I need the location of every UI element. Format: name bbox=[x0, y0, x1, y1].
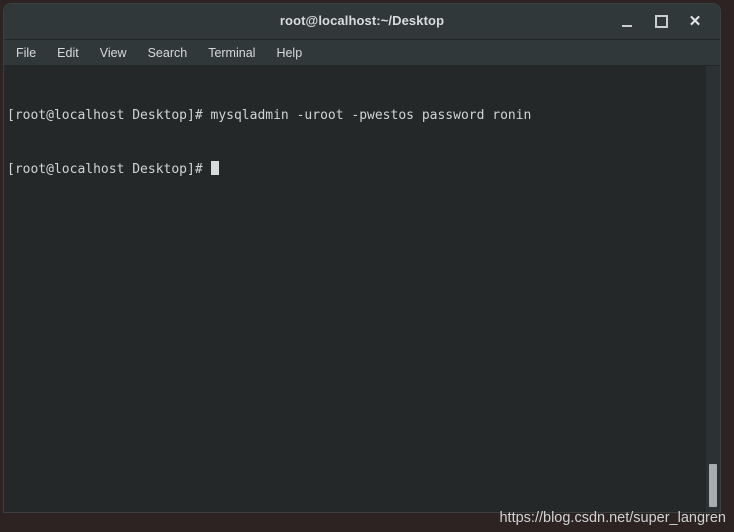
menu-item-search[interactable]: Search bbox=[148, 46, 188, 60]
menu-item-view[interactable]: View bbox=[100, 46, 127, 60]
watermark-text: https://blog.csdn.net/super_langren bbox=[499, 510, 726, 526]
terminal-body[interactable]: [root@localhost Desktop]# mysqladmin -ur… bbox=[4, 66, 720, 512]
close-icon: ✕ bbox=[688, 13, 702, 30]
menu-item-file[interactable]: File bbox=[16, 46, 36, 60]
terminal-prompt-text: [root@localhost Desktop]# bbox=[7, 162, 211, 177]
menu-item-edit[interactable]: Edit bbox=[57, 46, 79, 60]
scrollbar-thumb[interactable] bbox=[709, 464, 717, 507]
menu-item-terminal[interactable]: Terminal bbox=[208, 46, 255, 60]
maximize-button[interactable] bbox=[646, 4, 676, 39]
minimize-button[interactable] bbox=[612, 4, 642, 39]
minimize-icon bbox=[622, 24, 632, 27]
terminal-window[interactable]: root@localhost:~/Desktop ✕ File Edit Vie… bbox=[4, 4, 720, 512]
menu-item-help[interactable]: Help bbox=[276, 46, 302, 60]
terminal-line-prompt: [root@localhost Desktop]# bbox=[7, 161, 706, 179]
terminal-scrollbar[interactable] bbox=[706, 66, 720, 512]
maximize-icon bbox=[654, 15, 668, 28]
window-title-bar[interactable]: root@localhost:~/Desktop ✕ bbox=[4, 4, 720, 40]
terminal-cursor bbox=[210, 161, 219, 175]
terminal-output[interactable]: [root@localhost Desktop]# mysqladmin -ur… bbox=[4, 71, 706, 215]
desktop-background: root@localhost:~/Desktop ✕ File Edit Vie… bbox=[0, 0, 734, 532]
close-button[interactable]: ✕ bbox=[680, 4, 710, 39]
menu-bar: File Edit View Search Terminal Help bbox=[4, 40, 720, 66]
terminal-line: [root@localhost Desktop]# mysqladmin -ur… bbox=[7, 108, 532, 123]
